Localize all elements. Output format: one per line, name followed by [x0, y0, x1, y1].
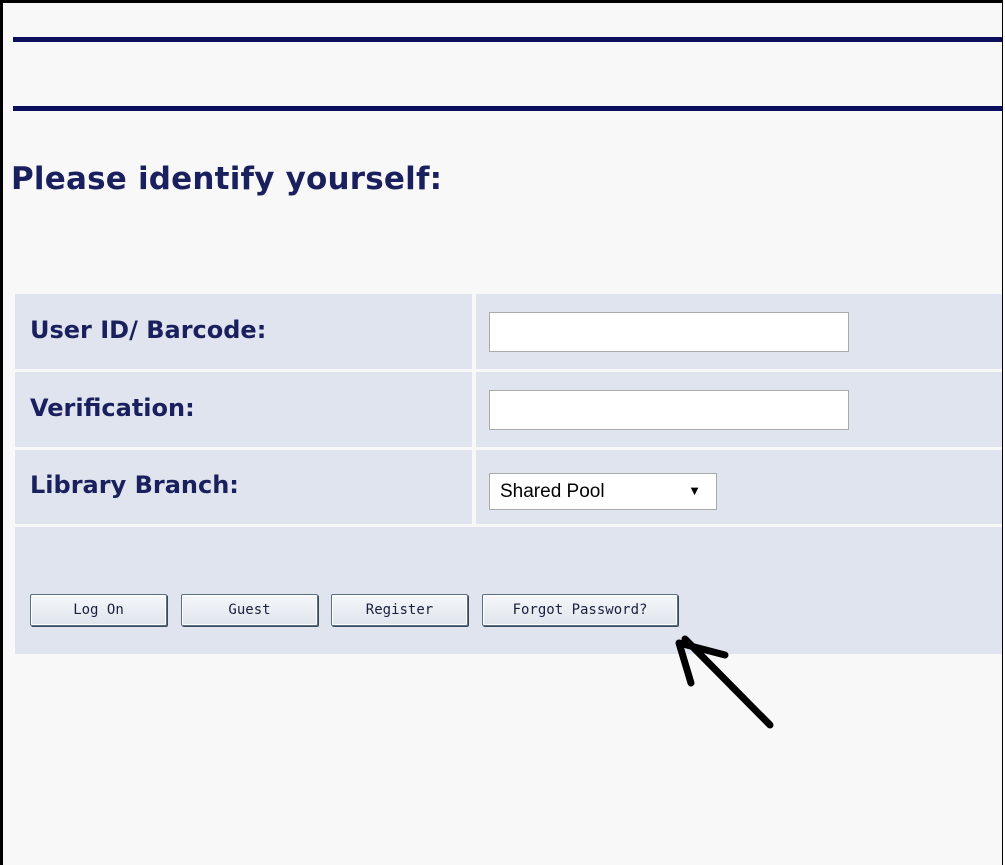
page-frame: Please identify yourself: User ID/ Barco… [0, 0, 1003, 865]
annotation-arrow-icon [675, 635, 774, 729]
